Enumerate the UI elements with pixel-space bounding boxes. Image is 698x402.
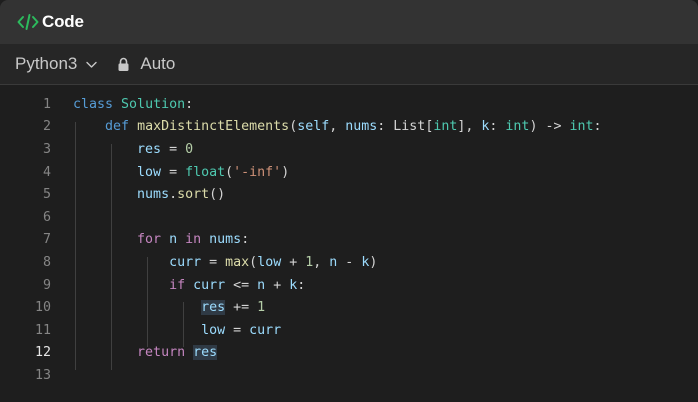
code-line: 4 low = float('-inf') xyxy=(0,161,698,184)
line-number: 9 xyxy=(42,277,51,293)
line-code: for n in nums: xyxy=(137,232,250,248)
lock-icon xyxy=(117,56,131,72)
line-code: nums.sort() xyxy=(137,187,226,203)
code-line: 6 xyxy=(0,206,698,229)
line-code: def maxDistinctElements(self, nums: List… xyxy=(105,119,602,135)
code-icon xyxy=(17,11,39,33)
line-code: class Solution: xyxy=(73,96,194,112)
line-number: 12 xyxy=(34,345,51,361)
line-number: 11 xyxy=(34,322,51,338)
line-number: 6 xyxy=(42,209,51,225)
editor-toolbar: Python3 Auto xyxy=(0,44,698,85)
auto-mode-toggle[interactable]: Auto xyxy=(117,54,175,74)
chevron-down-icon xyxy=(85,58,98,71)
panel-header: Code xyxy=(0,0,698,44)
line-code: res += 1 xyxy=(201,300,266,316)
panel-title: Code xyxy=(42,12,84,31)
code-line: 1 class Solution: xyxy=(0,93,698,116)
code-line: 7 for n in nums: xyxy=(0,229,698,252)
line-number: 13 xyxy=(34,367,51,383)
code-line: 2 def maxDistinctElements(self, nums: Li… xyxy=(0,116,698,139)
line-number: 10 xyxy=(34,300,51,316)
code-line: 13 xyxy=(0,364,698,387)
line-code: low = float('-inf') xyxy=(137,164,290,180)
line-number: 3 xyxy=(42,141,51,157)
code-line: 5 nums.sort() xyxy=(0,183,698,206)
line-number: 8 xyxy=(42,254,51,270)
language-select[interactable]: Python3 xyxy=(15,54,98,74)
line-code: curr = max(low + 1, n - k) xyxy=(169,254,378,270)
code-line: 11 low = curr xyxy=(0,319,698,342)
code-editor[interactable]: 1 class Solution: 2 def maxDistinctEleme… xyxy=(0,85,698,402)
line-number: 5 xyxy=(42,187,51,203)
line-code: low = curr xyxy=(201,322,282,338)
line-code: res = 0 xyxy=(137,141,194,157)
code-line: 9 if curr <= n + k: xyxy=(0,274,698,297)
line-number: 4 xyxy=(42,164,51,180)
language-label: Python3 xyxy=(15,54,78,73)
auto-mode-label: Auto xyxy=(140,54,176,73)
code-line: 10 res += 1 xyxy=(0,296,698,319)
line-number: 2 xyxy=(42,119,51,135)
code-panel: Code Python3 Auto 1 class Solution: 2 de… xyxy=(0,0,698,402)
code-line: 8 curr = max(low + 1, n - k) xyxy=(0,251,698,274)
line-code: if curr <= n + k: xyxy=(169,277,306,293)
line-number: 7 xyxy=(42,232,51,248)
line-code: return res xyxy=(137,345,218,361)
line-number: 1 xyxy=(42,96,51,112)
code-line: 3 res = 0 xyxy=(0,138,698,161)
code-line: 12 return res xyxy=(0,342,698,365)
